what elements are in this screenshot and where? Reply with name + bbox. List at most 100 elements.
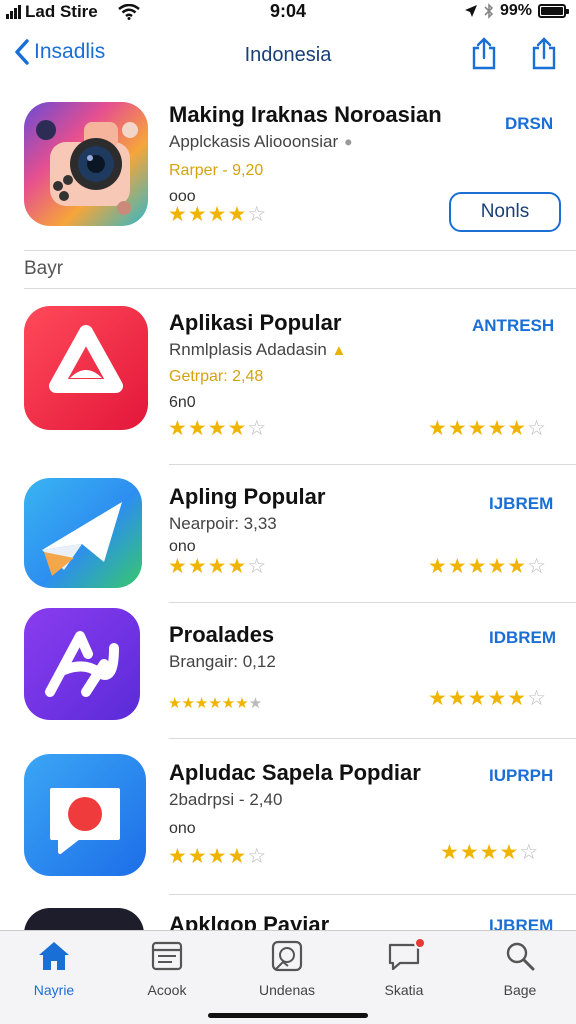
app-subtitle: Brangair: 0,12 bbox=[169, 652, 276, 671]
app-subtitle: 2badrpsi - 2,40 bbox=[169, 790, 283, 809]
warning-icon: ▲ bbox=[331, 342, 347, 359]
lock-icon: ⚫ bbox=[342, 135, 354, 150]
app-action[interactable]: IJBREM bbox=[489, 494, 553, 514]
tab-label: Nayrie bbox=[33, 982, 75, 998]
app-price: Getrpar: 2,48 bbox=[169, 368, 264, 385]
list-item[interactable]: Proalades Brangair: 0,12 ★★★★★★★ IDBREM … bbox=[0, 606, 576, 738]
app-icon bbox=[24, 478, 142, 588]
divider bbox=[24, 250, 576, 251]
star-icon: ★★★★ bbox=[168, 555, 248, 578]
photo-icon bbox=[271, 940, 303, 972]
app-subtitle: Nearpoir: 3,33 bbox=[169, 514, 277, 533]
featured-price: Rarper - 9,20 bbox=[169, 162, 264, 179]
list-item[interactable]: Apling Popular Nearpoir: 3,33 ono ★★★★☆ … bbox=[0, 476, 576, 602]
star-empty-icon: ☆ bbox=[247, 203, 268, 226]
star-icon: ★ bbox=[168, 203, 188, 226]
star-icon: ★★★★ bbox=[168, 845, 248, 868]
list-item[interactable]: Apludac Sapela Popdiar 2badrpsi - 2,40 o… bbox=[0, 750, 576, 892]
star-empty-icon: ☆ bbox=[519, 841, 540, 864]
tab-photos[interactable]: Undenas bbox=[237, 939, 337, 998]
star-icon: ★ bbox=[207, 203, 228, 226]
section-title: Bayr bbox=[24, 258, 64, 279]
divider bbox=[169, 894, 576, 895]
tab-label: Acook bbox=[147, 982, 187, 998]
tab-search[interactable]: Bage bbox=[470, 939, 570, 998]
star-icon: ★★★★ bbox=[168, 417, 248, 440]
app-rating-secondary: ★★★★★☆ bbox=[428, 686, 547, 711]
divider bbox=[169, 602, 576, 603]
tab-bar: Nayrie Acook Undenas Skatia Bage bbox=[0, 930, 576, 1024]
featured-title: Making Iraknas Noroasian bbox=[169, 102, 442, 127]
featured-rating: ★★★★☆ bbox=[168, 202, 267, 227]
star-icon: ★★★★★★ bbox=[168, 695, 249, 712]
app-rating-secondary: ★★★★★☆ bbox=[428, 554, 547, 579]
star-icon: ★ bbox=[187, 203, 208, 226]
star-empty-icon: ☆ bbox=[247, 845, 268, 868]
star-empty-icon: ☆ bbox=[247, 417, 268, 440]
search-icon bbox=[506, 942, 535, 971]
app-icon bbox=[24, 908, 144, 930]
app-meta: ono bbox=[169, 820, 196, 837]
app-title: Apling Popular bbox=[169, 484, 326, 509]
share-icon bbox=[532, 37, 556, 70]
status-bar: Lad Stire 9:04 99% bbox=[0, 0, 576, 24]
app-title: Aplikasi Popular bbox=[169, 310, 342, 335]
share-button-secondary[interactable] bbox=[530, 36, 558, 75]
app-rating-secondary: ★★★★★☆ bbox=[428, 416, 547, 441]
tab-label: Skatia bbox=[384, 982, 424, 998]
app-subtitle: Rnmlplasis Adadasin ▲ bbox=[169, 340, 346, 360]
status-right: 99% bbox=[464, 2, 569, 20]
battery-fill bbox=[541, 7, 563, 15]
app-icon bbox=[24, 608, 140, 720]
app-title: Apludac Sapela Popdiar bbox=[169, 760, 421, 785]
app-meta: 6n0 bbox=[169, 394, 196, 411]
app-action[interactable]: ANTRESH bbox=[472, 316, 554, 336]
list-item[interactable]: Aplikasi Popular Rnmlplasis Adadasin ▲ G… bbox=[0, 300, 576, 460]
list-icon bbox=[151, 941, 183, 971]
star-empty-icon: ☆ bbox=[247, 555, 268, 578]
app-action[interactable]: IJBREM bbox=[489, 916, 553, 930]
featured-subtitle-text: Applckasis Aliooonsiar bbox=[169, 132, 339, 151]
app-rating: ★★★★☆ bbox=[168, 844, 267, 869]
battery-icon bbox=[538, 4, 569, 18]
share-button[interactable] bbox=[470, 36, 498, 75]
featured-top-action[interactable]: DRSN bbox=[505, 114, 553, 134]
featured-button[interactable]: Nonls bbox=[449, 192, 561, 232]
star-empty-icon: ☆ bbox=[527, 687, 547, 710]
app-title: Apklgop Payiar bbox=[169, 912, 330, 930]
star-icon: ★★★★★ bbox=[428, 417, 528, 440]
share-icon bbox=[472, 37, 496, 70]
featured-subtitle: Applckasis Aliooonsiar ⚫ bbox=[169, 132, 354, 152]
battery-percent: 99% bbox=[499, 2, 532, 19]
bluetooth-icon bbox=[484, 3, 494, 19]
list-item[interactable]: Apklgop Payiar IJBREM bbox=[0, 904, 576, 930]
app-subtitle-text: Rnmlplasis Adadasin bbox=[169, 340, 327, 359]
star-icon: ★★★★★ bbox=[428, 687, 528, 710]
tab-home[interactable]: Nayrie bbox=[4, 939, 104, 998]
house-icon bbox=[39, 942, 69, 970]
app-icon bbox=[24, 306, 148, 430]
star-icon: ★★★★ bbox=[440, 841, 520, 864]
star-icon: ★★★★★ bbox=[428, 555, 528, 578]
notification-badge bbox=[414, 937, 426, 949]
star-icon: ★ bbox=[227, 203, 248, 226]
app-rating: ★★★★☆ bbox=[168, 416, 267, 441]
nav-bar: Insadlis Indonesia bbox=[0, 30, 576, 86]
tab-label: Undenas bbox=[258, 982, 316, 998]
app-rating: ★★★★★★★ bbox=[168, 694, 262, 712]
divider bbox=[24, 288, 576, 289]
app-title: Proalades bbox=[169, 622, 275, 647]
app-action[interactable]: IUPRPH bbox=[489, 766, 553, 786]
tab-label: Bage bbox=[503, 982, 537, 998]
location-icon bbox=[464, 5, 477, 17]
star-empty-icon: ☆ bbox=[527, 417, 547, 440]
tab-list[interactable]: Acook bbox=[117, 939, 217, 998]
star-empty-icon: ☆ bbox=[527, 555, 547, 578]
divider bbox=[169, 464, 576, 465]
featured-app[interactable]: Making Iraknas Noroasian Applckasis Alio… bbox=[0, 96, 576, 248]
camera-app-icon bbox=[24, 102, 148, 226]
star-empty-icon: ★ bbox=[248, 695, 263, 712]
app-action[interactable]: IDBREM bbox=[489, 628, 556, 648]
tab-chat[interactable]: Skatia bbox=[354, 937, 454, 998]
app-rating: ★★★★☆ bbox=[168, 554, 267, 579]
